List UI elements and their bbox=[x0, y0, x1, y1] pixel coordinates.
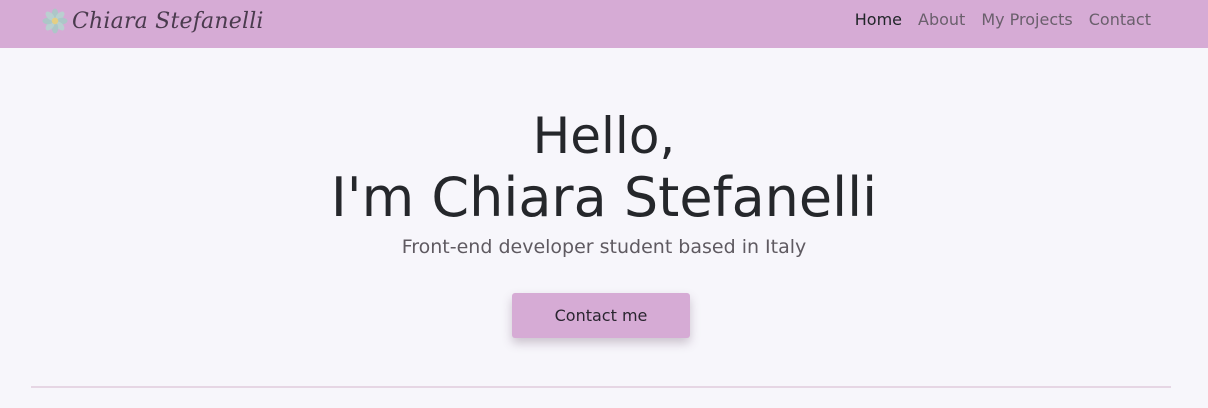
hero-subtitle: Front-end developer student based in Ita… bbox=[401, 236, 807, 258]
hero-greeting: Hello, bbox=[532, 107, 676, 165]
contact-me-button[interactable]: Contact me bbox=[512, 293, 690, 338]
nav-link-home[interactable]: Home bbox=[855, 9, 902, 31]
hero-name: I'm Chiara Stefanelli bbox=[330, 166, 878, 229]
brand-name: Chiara Stefanelli bbox=[72, 8, 264, 34]
nav-menu: Home About My Projects Contact bbox=[855, 9, 1151, 31]
navbar: Chiara Stefanelli Home About My Projects… bbox=[0, 0, 1208, 48]
section-divider bbox=[31, 386, 1171, 388]
nav-link-contact[interactable]: Contact bbox=[1089, 9, 1151, 31]
nav-link-about[interactable]: About bbox=[918, 9, 965, 31]
nav-link-my-projects[interactable]: My Projects bbox=[981, 9, 1072, 31]
brand-logo[interactable]: Chiara Stefanelli bbox=[42, 8, 264, 34]
flower-icon bbox=[42, 8, 68, 34]
